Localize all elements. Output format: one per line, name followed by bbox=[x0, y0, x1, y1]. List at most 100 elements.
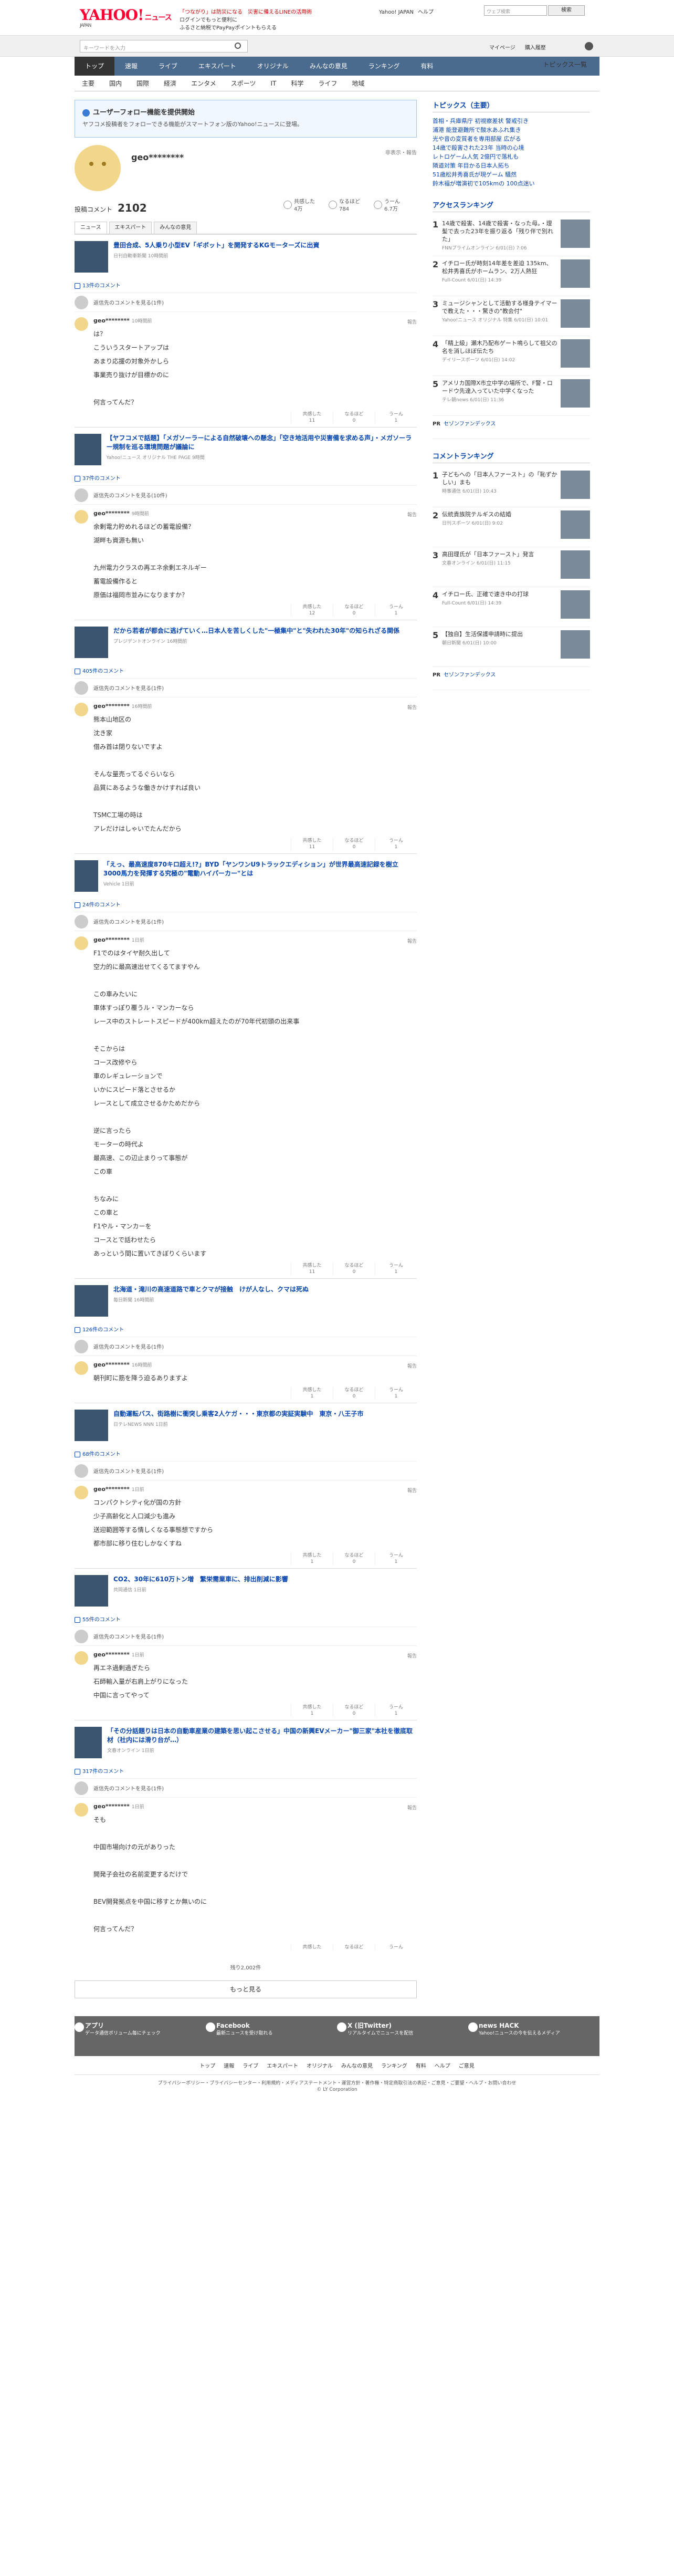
reaction-hmm-button[interactable]: うーん 1 bbox=[375, 1387, 417, 1400]
web-search-input[interactable]: ウェブ検索 bbox=[484, 5, 547, 16]
article-thumbnail[interactable] bbox=[75, 1575, 108, 1607]
reaction-agree-button[interactable]: 共感した 11 bbox=[291, 838, 333, 850]
gnav-item[interactable]: 有料 bbox=[410, 57, 444, 76]
snav-item[interactable]: 経済 bbox=[156, 76, 184, 91]
reaction-agree-button[interactable]: 共感した 12 bbox=[291, 604, 333, 617]
rank-title[interactable]: 14歳で殺害、14歳で殺害・なった母。・理髪で去った23年を振り返る「残り伴で別… bbox=[442, 220, 557, 243]
reaction-hmm-button[interactable]: うーん 1 bbox=[375, 1704, 417, 1717]
reaction-hmm-button[interactable]: うーん 1 bbox=[375, 1552, 417, 1565]
article-title[interactable]: 豊田合成、5人乗り小型EV「ギボット」を開発するKGモーターズに出資 bbox=[113, 241, 319, 250]
search-icon[interactable] bbox=[235, 43, 241, 49]
snav-item[interactable]: 地域 bbox=[344, 76, 372, 91]
comment-count-link[interactable]: 37件のコメント bbox=[75, 474, 417, 485]
reply-target-row[interactable]: 返信先のコメントを見る(1件) bbox=[75, 678, 417, 697]
web-search-button[interactable]: 検索 bbox=[548, 5, 585, 16]
rank-title[interactable]: イチロー氏、正確で速き中の打球 bbox=[442, 590, 557, 598]
topic-link[interactable]: 隣道対策 年目かる日本人拓ち bbox=[433, 161, 590, 170]
follow-banner[interactable]: ユーザーフォロー機能を提供開始 ヤフコメ投稿者をフォローできる機能がスマートフォ… bbox=[75, 100, 417, 138]
topic-link[interactable]: 浦港 能登避難所で酸水あふれ集き bbox=[433, 126, 590, 134]
reaction-agree-button[interactable]: 共感した bbox=[291, 1944, 333, 1951]
comment-count-link[interactable]: 126件のコメント bbox=[75, 1325, 417, 1337]
article-header[interactable]: CO2、30年に610万トン増 繁栄需業車に、排出削減に影響 共同通信 1日前 bbox=[75, 1575, 417, 1615]
reply-target-label[interactable]: 返信先のコメントを見る(1件) bbox=[93, 1467, 164, 1475]
article-thumbnail[interactable] bbox=[75, 1727, 102, 1758]
report-link[interactable]: 報告 bbox=[407, 1487, 417, 1494]
rank-thumbnail[interactable] bbox=[561, 510, 590, 539]
footer-app-link[interactable]: Facebook 最新ニュースを受け取れる bbox=[206, 2022, 337, 2050]
rank-title[interactable]: 高田理氏が「日本ファースト」発言 bbox=[442, 550, 557, 558]
snav-item[interactable]: エンタメ bbox=[184, 76, 224, 91]
reaction-hmm-button[interactable]: うーん 1 bbox=[375, 838, 417, 850]
reply-target-row[interactable]: 返信先のコメントを見る(1件) bbox=[75, 1778, 417, 1797]
article-title[interactable]: 自動運転バス、街路樹に衝突し乗客2人ケガ・・・東京都の実証実験中 東京・八王子市 bbox=[113, 1410, 363, 1419]
ranking-item[interactable]: 2 伝統貴族院テルギスの結婚 日刊スポーツ 6/01(日) 9:02 bbox=[433, 507, 590, 547]
hide-report-link[interactable]: 非表示・報告 bbox=[385, 148, 417, 156]
footer-nav-item[interactable]: エキスパート bbox=[267, 2063, 298, 2069]
article-header[interactable]: 【ヤフコメで話題】「メガソーラーによる自然破壊への懸念」「空き地活用や災害備を求… bbox=[75, 434, 417, 474]
report-link[interactable]: 報告 bbox=[407, 1362, 417, 1369]
user-links[interactable]: マイページ 購入履歴 bbox=[489, 43, 555, 51]
gnav-item[interactable]: 速報 bbox=[114, 57, 148, 76]
load-more-button[interactable]: もっと見る bbox=[75, 1980, 417, 1998]
reply-target-label[interactable]: 返信先のコメントを見る(1件) bbox=[93, 1632, 164, 1640]
footer-nav-item[interactable]: 有料 bbox=[416, 2063, 426, 2069]
article-header[interactable]: 北海道・滝川の高速道路で車とクマが接触 けが人なし、クマは死ぬ 毎日新聞 16時間… bbox=[75, 1285, 417, 1325]
reply-target-label[interactable]: 返信先のコメントを見る(1件) bbox=[93, 1784, 164, 1792]
reply-target-row[interactable]: 返信先のコメントを見る(10件) bbox=[75, 485, 417, 504]
footer-nav-item[interactable]: トップ bbox=[199, 2063, 215, 2069]
reaction-hmm-button[interactable]: うーん bbox=[375, 1944, 417, 1951]
reaction-nod-button[interactable]: なるほど 0 bbox=[333, 1263, 375, 1275]
ranking-item[interactable]: 3 ミュージシャンとして活動する様身テイマーで教えた・・・驚きの"教会付" Yaho… bbox=[433, 296, 590, 336]
reaction-nod-button[interactable]: なるほど 0 bbox=[333, 1704, 375, 1717]
rank-thumbnail[interactable] bbox=[561, 379, 590, 408]
footer-nav-item[interactable]: みんなの意見 bbox=[341, 2063, 373, 2069]
ranking-item[interactable]: 1 14歳で殺害、14歳で殺害・なった母。・理髪で去った23年を振り返る「残り伴で… bbox=[433, 216, 590, 256]
comment-count-link[interactable]: 55件のコメント bbox=[75, 1615, 417, 1626]
comment-count-link[interactable]: 405件のコメント bbox=[75, 666, 417, 678]
topics-title[interactable]: トピックス（主要） bbox=[433, 100, 590, 112]
reply-target-label[interactable]: 返信先のコメントを見る(1件) bbox=[93, 298, 164, 306]
rank-title[interactable]: イチロー氏が時刻14年差を差迫 135km、松井秀喜氏がホームラン、2万人熱狂 bbox=[442, 259, 557, 275]
report-link[interactable]: 報告 bbox=[407, 937, 417, 944]
gnav-item[interactable]: みんなの意見 bbox=[299, 57, 358, 76]
topic-link[interactable]: 光や音の変質者を専用部屋 広がる bbox=[433, 134, 590, 143]
reply-target-row[interactable]: 返信先のコメントを見る(1件) bbox=[75, 912, 417, 931]
article-header[interactable]: 豊田合成、5人乗り小型EV「ギボット」を開発するKGモーターズに出資 日刊自動車新… bbox=[75, 241, 417, 281]
reply-target-label[interactable]: 返信先のコメントを見る(1件) bbox=[93, 1342, 164, 1350]
promo-links[interactable]: 「つながり」は防災になる 災害に備えるLINEの活用術 ログインでもっと便利に … bbox=[180, 8, 312, 32]
rank-thumbnail[interactable] bbox=[561, 299, 590, 328]
yahoo-logo[interactable]: YAHOO! ニュース JAPAN bbox=[80, 6, 172, 28]
reaction-nod-button[interactable]: なるほど 0 bbox=[333, 604, 375, 617]
topic-link[interactable]: レトロゲーム人気 2億円で落札も bbox=[433, 152, 590, 161]
rank-thumbnail[interactable] bbox=[561, 339, 590, 368]
ranking-item[interactable]: 4 イチロー氏、正確で速き中の打球 Full-Count 6/01(日) 14:39 bbox=[433, 587, 590, 627]
footer-app-link[interactable]: アプリ データ通信ボリューム毎にチェック bbox=[75, 2022, 206, 2050]
tab-opinion[interactable]: みんなの意見 bbox=[154, 222, 197, 234]
article-header[interactable]: だから若者が都会に逃げていく…日本人を苦しくした"一極集中"と"失われた30年"… bbox=[75, 627, 417, 666]
gnav-item[interactable]: エキスパート bbox=[188, 57, 247, 76]
article-header[interactable]: 自動運転バス、街路樹に衝突し乗客2人ケガ・・・東京都の実証実験中 東京・八王子市… bbox=[75, 1410, 417, 1449]
report-link[interactable]: 報告 bbox=[407, 1804, 417, 1811]
rank-thumbnail[interactable] bbox=[561, 259, 590, 288]
footer-app-link[interactable]: news HACK Yahoo!ニュースの今を伝えるメディア bbox=[468, 2022, 599, 2050]
footer-nav-item[interactable]: ヘルプ bbox=[435, 2063, 450, 2069]
rank-thumbnail[interactable] bbox=[561, 590, 590, 619]
pr-item[interactable]: PR セゾンファンデックス bbox=[433, 416, 590, 439]
report-link[interactable]: 報告 bbox=[407, 704, 417, 711]
footer-nav-item[interactable]: ランキング bbox=[381, 2063, 407, 2069]
article-thumbnail[interactable] bbox=[75, 241, 108, 273]
ranking-item[interactable]: 1 子どもへの「日本人ファースト」の「恥ずかしい」まも 時事通信 6/01(日) 1… bbox=[433, 467, 590, 507]
reply-target-row[interactable]: 返信先のコメントを見る(1件) bbox=[75, 1626, 417, 1645]
topic-link[interactable]: 首相・兵庫県庁 初視察差状 警戒引き bbox=[433, 117, 590, 126]
topics-list-link[interactable]: トピックス一覧 bbox=[535, 57, 594, 72]
reaction-agree-button[interactable]: 共感した 1 bbox=[291, 1552, 333, 1565]
article-thumbnail[interactable] bbox=[75, 860, 98, 892]
article-header[interactable]: 「その分話題りは日本の自動車産業の建築を思い起こさせる」中国の新興EVメーカー"… bbox=[75, 1727, 417, 1767]
pr-item-2[interactable]: PR セゾンファンデックス bbox=[433, 667, 590, 690]
top-links[interactable]: Yahoo! JAPAN ヘルプ bbox=[379, 7, 438, 15]
article-title[interactable]: 【ヤフコメで話題】「メガソーラーによる自然破壊への懸念」「空き地活用や災害備を求… bbox=[107, 434, 417, 452]
reaction-nod-button[interactable]: なるほど 0 bbox=[333, 1387, 375, 1400]
comment-count-link[interactable]: 68件のコメント bbox=[75, 1449, 417, 1461]
gnav-item[interactable]: ランキング bbox=[358, 57, 410, 76]
reply-target-label[interactable]: 返信先のコメントを見る(10件) bbox=[93, 491, 167, 499]
